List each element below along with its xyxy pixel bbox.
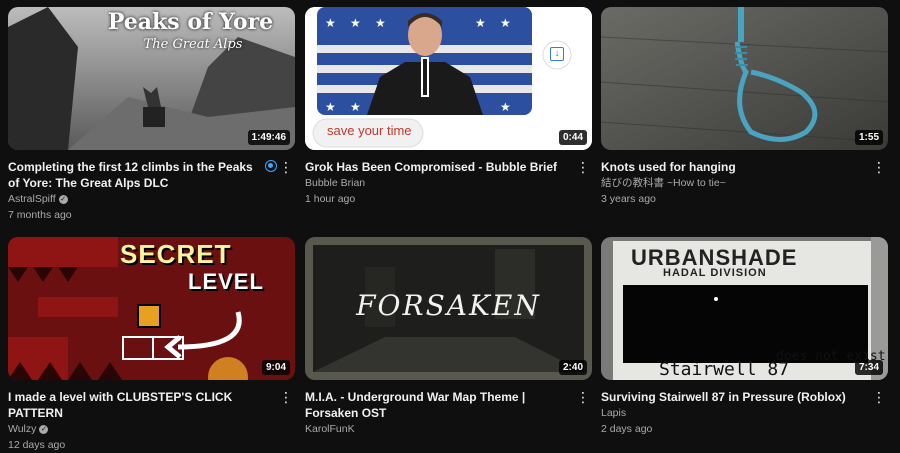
video-card[interactable]: 1:55 Knots used for hanging 結びの教科書 ~How … bbox=[601, 7, 888, 207]
video-duration: 1:55 bbox=[854, 130, 883, 145]
thumbnail-art bbox=[601, 7, 888, 150]
svg-text:★: ★ bbox=[500, 100, 511, 114]
video-card[interactable]: SECRET LEVEL 9:04 I made a level with CL… bbox=[8, 237, 295, 453]
video-thumbnail[interactable]: ★ ★ ★ ★ ★ ★ ★ ★ ↓ save your time 0:44 bbox=[305, 7, 592, 150]
video-age: 3 years ago bbox=[601, 193, 656, 205]
video-title[interactable]: Knots used for hanging bbox=[601, 159, 858, 175]
verified-check-icon: ✓ bbox=[58, 194, 68, 204]
video-card[interactable]: ★ ★ ★ ★ ★ ★ ★ ★ ↓ save your time 0:44 Grok Ha… bbox=[305, 7, 592, 207]
channel-name[interactable]: Wulzy bbox=[8, 423, 36, 435]
channel-name[interactable]: 結びの教科書 ~How to tie~ bbox=[601, 176, 858, 191]
video-title[interactable]: Completing the first 12 climbs in the Pe… bbox=[8, 159, 265, 191]
video-thumbnail[interactable]: SECRET LEVEL 9:04 bbox=[8, 237, 295, 380]
svg-text:★: ★ bbox=[325, 100, 336, 114]
thumbnail-title-text: SECRET bbox=[120, 239, 232, 269]
video-age: 2 days ago bbox=[601, 423, 653, 435]
save-icon[interactable]: ↓ bbox=[550, 47, 564, 61]
video-duration: 1:49:46 bbox=[247, 130, 290, 145]
more-vert-icon[interactable]: ⋮ bbox=[279, 389, 293, 407]
video-age: 7 months ago bbox=[8, 209, 72, 221]
thumbnail-title-text: FORSAKEN bbox=[356, 289, 541, 322]
svg-text:★: ★ bbox=[500, 16, 511, 30]
video-card[interactable]: URBANSHADE HADAL DIVISION Stairwell 87 d… bbox=[601, 237, 888, 437]
video-title[interactable]: Surviving Stairwell 87 in Pressure (Robl… bbox=[601, 389, 858, 405]
svg-text:★: ★ bbox=[475, 16, 486, 30]
svg-text:★: ★ bbox=[350, 100, 361, 114]
more-vert-icon[interactable]: ⋮ bbox=[576, 389, 590, 407]
thumbnail-subtitle-text: HADAL DIVISION bbox=[663, 267, 767, 279]
video-duration: 2:40 bbox=[558, 360, 587, 375]
svg-text:★: ★ bbox=[325, 16, 336, 30]
video-thumbnail[interactable]: URBANSHADE HADAL DIVISION Stairwell 87 d… bbox=[601, 237, 888, 380]
thumbnail-subtitle-text: LEVEL bbox=[188, 269, 264, 294]
more-vert-icon[interactable]: ⋮ bbox=[279, 159, 293, 177]
thumbnail-title-text: Peaks of Yore bbox=[107, 9, 274, 35]
video-duration: 0:44 bbox=[558, 130, 587, 145]
channel-name[interactable]: Lapis bbox=[601, 406, 858, 421]
channel-name[interactable]: Bubble Brian bbox=[305, 176, 562, 191]
video-card[interactable]: FORSAKEN 2:40 M.I.A. - Underground War M… bbox=[305, 237, 592, 438]
verified-check-icon: ✓ bbox=[39, 424, 49, 434]
thumbnail-caption: save your time bbox=[327, 123, 412, 138]
video-duration: 7:34 bbox=[854, 360, 883, 375]
watched-indicator-icon bbox=[265, 160, 277, 172]
video-title[interactable]: Grok Has Been Compromised - Bubble Brief bbox=[305, 159, 562, 175]
more-vert-icon[interactable]: ⋮ bbox=[872, 389, 886, 407]
video-thumbnail[interactable]: Peaks of Yore The Great Alps 1:49:46 bbox=[8, 7, 295, 150]
more-vert-icon[interactable]: ⋮ bbox=[576, 159, 590, 177]
video-duration: 9:04 bbox=[261, 360, 290, 375]
channel-name[interactable]: KarolFunK bbox=[305, 422, 562, 437]
video-age: 1 hour ago bbox=[305, 193, 356, 205]
video-title[interactable]: M.I.A. - Underground War Map Theme | For… bbox=[305, 389, 562, 421]
video-thumbnail[interactable]: FORSAKEN 2:40 bbox=[305, 237, 592, 380]
video-card[interactable]: Peaks of Yore The Great Alps 1:49:46 Com… bbox=[8, 7, 295, 223]
svg-text:★: ★ bbox=[375, 16, 386, 30]
channel-line: Wulzy ✓ bbox=[8, 422, 265, 437]
svg-text:★: ★ bbox=[350, 16, 361, 30]
channel-line: AstralSpiff ✓ bbox=[8, 192, 265, 207]
thumbnail-subtitle-text: The Great Alps bbox=[143, 37, 243, 52]
thumbnail-sign-text: Stairwell 87 bbox=[659, 359, 790, 380]
channel-name[interactable]: AstralSpiff bbox=[8, 193, 56, 205]
video-title[interactable]: I made a level with CLUBSTEP'S CLICK PAT… bbox=[8, 389, 265, 421]
video-thumbnail[interactable]: 1:55 bbox=[601, 7, 888, 150]
more-vert-icon[interactable]: ⋮ bbox=[872, 159, 886, 177]
